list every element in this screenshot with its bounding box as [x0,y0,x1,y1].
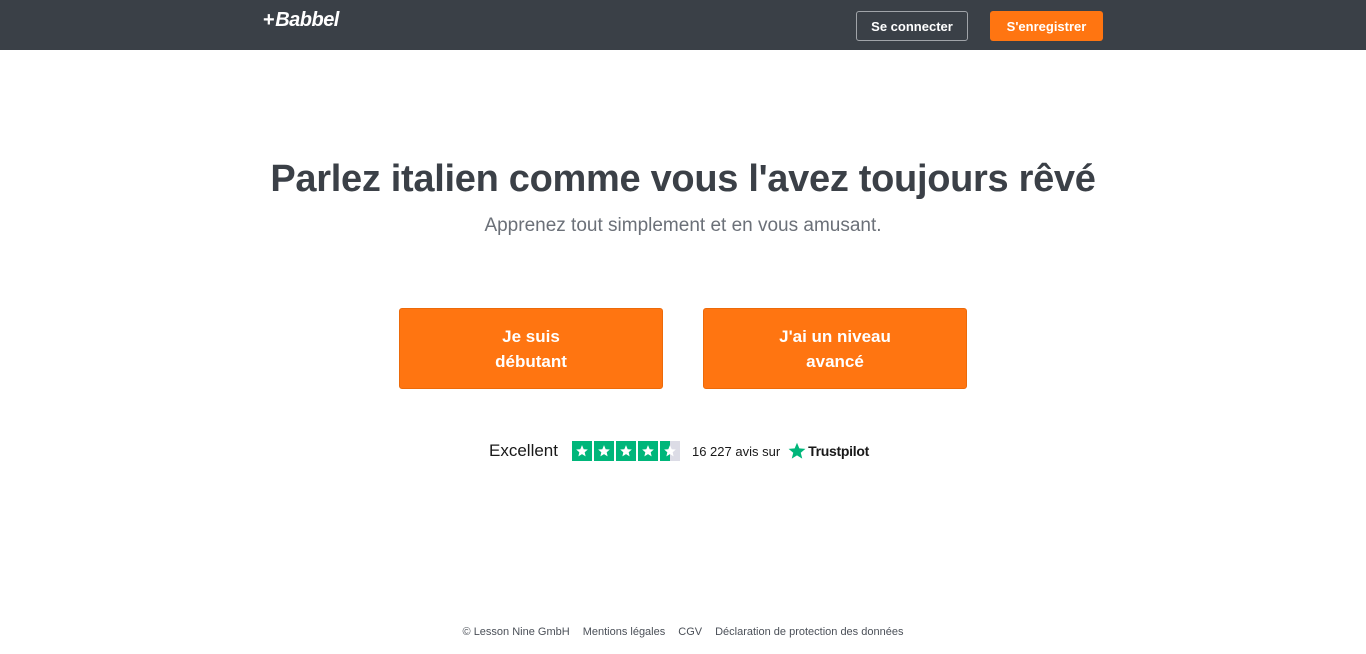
half-star-icon [659,441,680,461]
page-subtitle: Apprenez tout simplement et en vous amus… [484,215,882,236]
register-button[interactable]: S'enregistrer [990,11,1103,41]
trustpilot-review-count: 16 227 avis sur [691,443,781,459]
footer-terms-link[interactable]: CGV [678,626,702,638]
star-icon [615,441,636,461]
login-button[interactable]: Se connecter [856,11,968,41]
trustpilot-stars [571,441,680,461]
star-icon [571,441,592,461]
trustpilot-logo[interactable]: Trustpilot [788,442,869,460]
advanced-button-label: J'ai un niveau avancé [779,326,891,371]
star-icon [593,441,614,461]
beginner-button[interactable]: Je suis débutant [399,308,663,389]
logo-plus: + [263,9,275,31]
logo-text: Babbel [275,9,339,31]
top-navigation-bar: +Babbel Se connecter S'enregistrer [0,0,1366,50]
trustpilot-brand: Trustpilot [808,443,869,459]
babbel-logo[interactable]: +Babbel [263,9,339,32]
trustpilot-widget[interactable]: Excellent 16 227 avis sur Trustpilot [489,440,869,462]
page-title: Parlez italien comme vous l'avez toujour… [270,158,1096,200]
trustpilot-rating-text: Excellent [489,441,558,460]
footer: © Lesson Nine GmbH Mentions légales CGV … [0,626,1366,638]
advanced-button[interactable]: J'ai un niveau avancé [703,308,967,389]
trustpilot-star-icon [788,442,806,459]
beginner-button-label: Je suis débutant [495,326,567,371]
star-icon [637,441,658,461]
footer-legal-link[interactable]: Mentions légales [583,626,666,638]
footer-copyright: © Lesson Nine GmbH [462,626,570,638]
footer-privacy-link[interactable]: Déclaration de protection des données [715,626,903,638]
